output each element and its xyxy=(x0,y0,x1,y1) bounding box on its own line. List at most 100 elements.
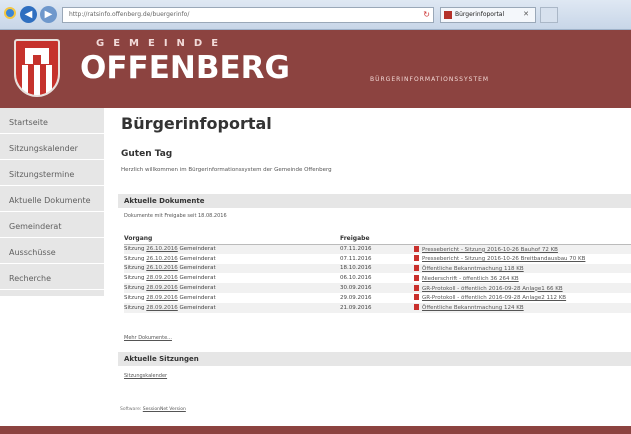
document-cell: Pressebericht - Sitzung 2016-10-26 Bauho… xyxy=(414,244,631,254)
table-row: Sitzung 26.10.2016 Gemeinderat 07.11.2016… xyxy=(124,244,631,254)
meeting-date-link[interactable]: 28.09.2016 xyxy=(146,305,178,311)
gremium-label: Gemeinderat xyxy=(179,255,216,262)
document-link[interactable]: Öffentliche Bekanntmachung 118 KB xyxy=(422,266,524,272)
greeting-heading: Guten Tag xyxy=(121,149,173,159)
gremium-label: Gemeinderat xyxy=(179,265,216,272)
document-link[interactable]: Pressebericht - Sitzung 2016-10-26 Bauho… xyxy=(422,247,558,253)
document-link[interactable]: GR-Protokoll - öffentlich 2016-09-28 Anl… xyxy=(422,295,566,301)
meeting-date-link[interactable]: 26.10.2016 xyxy=(146,246,178,252)
pdf-icon xyxy=(414,284,419,291)
software-label: Software: xyxy=(120,407,142,412)
column-header-freigabe: Freigabe xyxy=(340,233,414,245)
sidebar-item-ausschuesse[interactable]: Ausschüsse xyxy=(0,238,104,264)
release-date-cell: 30.09.2016 xyxy=(340,283,414,293)
gremium-label: Gemeinderat xyxy=(179,294,216,301)
software-footer: Software: SessionNet Version xyxy=(120,407,186,412)
coat-of-arms-logo[interactable] xyxy=(14,39,60,97)
meeting-date-link[interactable]: 28.09.2016 xyxy=(146,285,178,291)
pdf-icon xyxy=(414,274,419,281)
welcome-text: Herzlich willkommen im Bürgerinformation… xyxy=(121,167,332,173)
vorgang-cell: Sitzung 28.09.2016 Gemeinderat xyxy=(124,283,340,293)
column-header-dokument xyxy=(414,233,631,245)
sidebar-item-aktuelle-dokumente[interactable]: Aktuelle Dokumente xyxy=(0,186,104,212)
pdf-icon xyxy=(414,264,419,271)
forward-arrow-icon[interactable]: ▶ xyxy=(40,6,57,23)
sitzung-label: Sitzung xyxy=(124,255,145,262)
new-tab-button[interactable] xyxy=(540,7,558,23)
documents-section-heading: Aktuelle Dokumente xyxy=(118,194,631,208)
sidebar-item-startseite[interactable]: Startseite xyxy=(0,108,104,134)
release-date-cell: 21.09.2016 xyxy=(340,302,414,313)
gremium-label: Gemeinderat xyxy=(179,246,216,253)
pdf-icon xyxy=(414,294,419,301)
sidebar-item-gemeinderat[interactable]: Gemeinderat xyxy=(0,212,104,238)
release-date-cell: 29.09.2016 xyxy=(340,294,372,301)
column-header-vorgang: Vorgang xyxy=(124,233,340,245)
sidebar-item-sitzungskalender[interactable]: Sitzungskalender xyxy=(0,134,104,160)
meeting-date-link[interactable]: 28.09.2016 xyxy=(146,295,178,301)
documents-note: Dokumente mit Freigabe seit 18.08.2016 xyxy=(124,213,227,219)
pdf-icon xyxy=(414,245,419,252)
tab-title: Bürgerinfoportal xyxy=(455,11,505,18)
brand-title[interactable]: OFFENBERG xyxy=(80,50,290,86)
release-date-cell: 06.10.2016 xyxy=(340,275,372,282)
document-cell: Pressebericht - Sitzung 2016-10-26 Breit… xyxy=(414,254,631,264)
back-arrow-icon[interactable]: ◀ xyxy=(20,6,37,23)
gremium-label: Gemeinderat xyxy=(179,285,216,292)
address-bar[interactable]: http://ratsinfo.offenberg.de/buergerinfo… xyxy=(62,7,434,23)
pdf-icon xyxy=(414,304,419,311)
sitzung-label: Sitzung xyxy=(124,294,145,301)
address-text: http://ratsinfo.offenberg.de/buergerinfo… xyxy=(69,11,190,18)
browser-logo-icon xyxy=(4,7,16,19)
software-link[interactable]: SessionNet Version xyxy=(143,407,186,412)
close-tab-icon[interactable]: ✕ xyxy=(523,10,529,18)
main-content: Bürgerinfoportal Guten Tag Herzlich will… xyxy=(104,108,631,426)
gremium-label: Gemeinderat xyxy=(179,304,216,311)
refresh-icon[interactable]: ↻ xyxy=(423,10,430,19)
brand-subtitle: GEMEINDE xyxy=(96,38,228,49)
meeting-date-link[interactable]: 26.10.2016 xyxy=(146,256,178,262)
table-row: Sitzung 28.09.2016 Gemeinderat 21.09.2016… xyxy=(124,302,631,313)
document-link[interactable]: Pressebericht - Sitzung 2016-10-26 Breit… xyxy=(422,256,585,262)
document-cell: GR-Protokoll - öffentlich 2016-09-28 Anl… xyxy=(414,293,631,303)
sitzung-label: Sitzung xyxy=(124,304,145,311)
site-header: GEMEINDE OFFENBERG BÜRGERINFORMATIONSSYS… xyxy=(0,30,631,108)
release-date-cell: 07.11.2016 xyxy=(340,244,414,254)
footer-bar xyxy=(0,426,631,434)
sitzung-label: Sitzung xyxy=(124,275,145,282)
document-link[interactable]: GR-Protokoll - öffentlich 2016-09-28 Anl… xyxy=(422,286,563,292)
table-row: Sitzung 26.10.2016 Gemeinderat 07.11.2016… xyxy=(124,254,631,264)
meeting-date-link[interactable]: 26.10.2016 xyxy=(146,265,178,271)
document-cell: Öffentliche Bekanntmachung 118 KB xyxy=(414,263,631,274)
vorgang-cell: Sitzung 28.09.2016 Gemeinderat xyxy=(124,273,340,283)
table-row: Sitzung 26.10.2016 Gemeinderat 18.10.2016… xyxy=(124,263,631,274)
vorgang-cell: Sitzung 28.09.2016 Gemeinderat xyxy=(124,302,340,313)
document-cell: Niederschrift - öffentlich 36 264 KB xyxy=(414,273,631,283)
meeting-calendar-link[interactable]: Sitzungskalender xyxy=(124,373,167,379)
meetings-section-heading: Aktuelle Sitzungen xyxy=(118,352,631,366)
sidebar-item-recherche[interactable]: Recherche xyxy=(0,264,104,290)
document-cell: Öffentliche Bekanntmachung 124 KB xyxy=(414,302,631,313)
document-link[interactable]: Niederschrift - öffentlich 36 264 KB xyxy=(422,276,519,282)
table-row: Sitzung 28.09.2016 Gemeinderat 29.09.2016… xyxy=(124,293,631,303)
more-documents-link[interactable]: Mehr Dokumente... xyxy=(124,335,172,341)
sitzung-label: Sitzung xyxy=(124,285,145,292)
vorgang-cell: Sitzung 26.10.2016 Gemeinderat xyxy=(124,254,340,264)
browser-tab[interactable]: Bürgerinfoportal ✕ xyxy=(440,7,536,23)
release-date-cell: 07.11.2016 xyxy=(340,255,372,262)
sidebar-nav: Startseite Sitzungskalender Sitzungsterm… xyxy=(0,108,104,296)
meeting-date-link[interactable]: 28.09.2016 xyxy=(146,275,178,281)
vorgang-cell: Sitzung 26.10.2016 Gemeinderat xyxy=(124,263,340,274)
sidebar-item-sitzungstermine[interactable]: Sitzungstermine xyxy=(0,160,104,186)
release-date-cell: 18.10.2016 xyxy=(340,263,414,274)
pdf-icon xyxy=(414,255,419,262)
document-link[interactable]: Öffentliche Bekanntmachung 124 KB xyxy=(422,305,524,311)
documents-table: Vorgang Freigabe Sitzung 26.10.2016 Geme… xyxy=(124,233,631,313)
document-cell: GR-Protokoll - öffentlich 2016-09-28 Anl… xyxy=(414,283,631,293)
table-row: Sitzung 28.09.2016 Gemeinderat 06.10.2016… xyxy=(124,273,631,283)
vorgang-cell: Sitzung 28.09.2016 Gemeinderat xyxy=(124,293,340,303)
brand-tagline: BÜRGERINFORMATIONSSYSTEM xyxy=(370,76,490,83)
browser-toolbar: ◀ ▶ http://ratsinfo.offenberg.de/buerger… xyxy=(0,0,631,30)
vorgang-cell: Sitzung 26.10.2016 Gemeinderat xyxy=(124,244,340,254)
sitzung-label: Sitzung xyxy=(124,246,145,253)
